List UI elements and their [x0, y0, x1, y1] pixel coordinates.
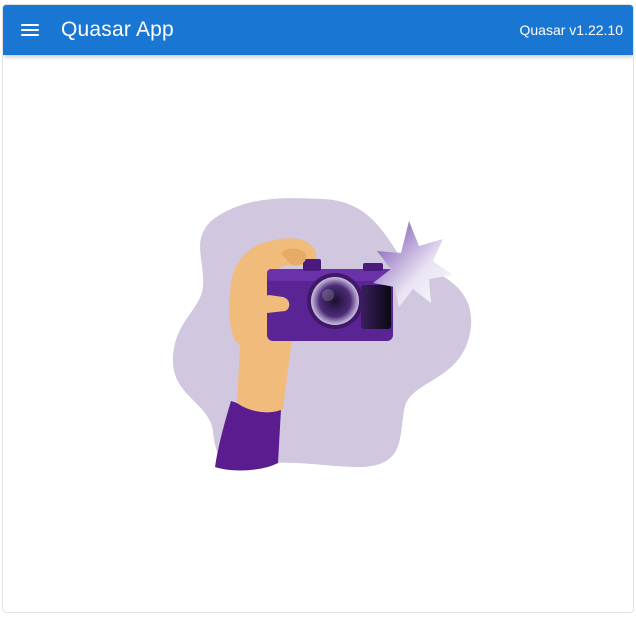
menu-icon-line: [21, 29, 39, 31]
page-content: [3, 55, 633, 612]
version-label: Quasar v1.22.10: [519, 22, 623, 38]
camera-photo-illustration: [173, 198, 472, 471]
menu-button[interactable]: [17, 17, 43, 43]
app-header: Quasar App Quasar v1.22.10: [3, 5, 633, 55]
app-title: Quasar App: [61, 18, 174, 41]
menu-icon-line: [21, 24, 39, 26]
menu-icon-line: [21, 34, 39, 36]
app-window: Quasar App Quasar v1.22.10: [2, 4, 634, 613]
